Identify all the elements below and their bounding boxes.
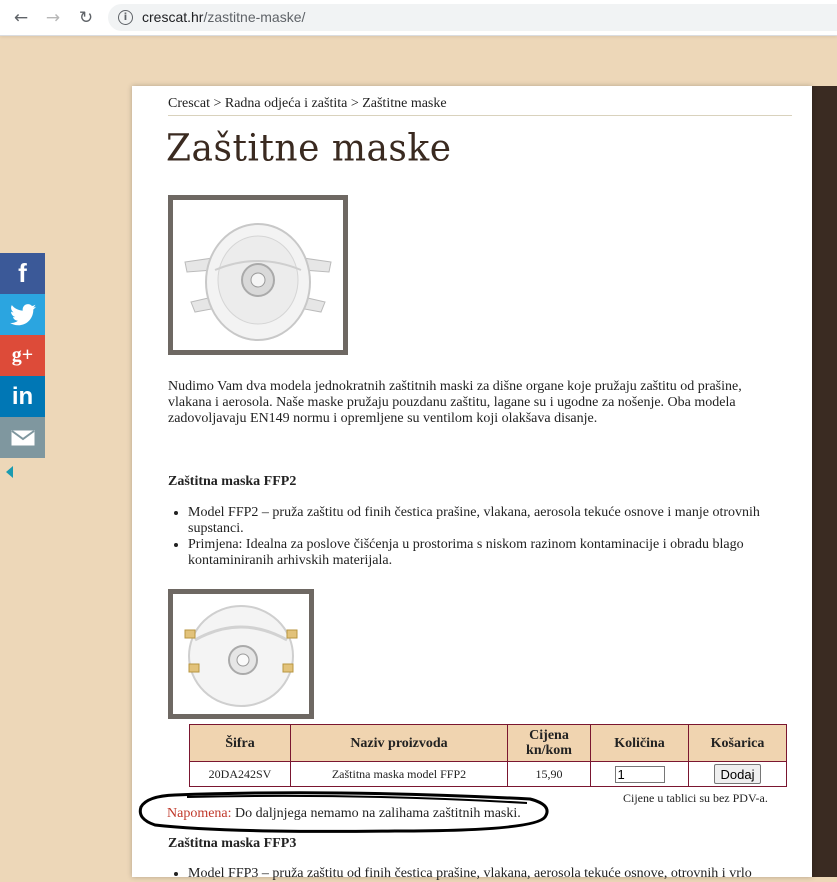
column-header: Količina	[590, 724, 689, 762]
back-arrow-icon[interactable]: ←	[10, 7, 32, 29]
hide-sidebar-arrow-icon[interactable]	[6, 466, 13, 478]
note-text: Do daljnjega nemamo na zalihama zaštitni…	[235, 806, 521, 821]
content-page: Crescat > Radna odjeća i zaštita > Zašti…	[132, 86, 812, 881]
main-mask-image	[168, 195, 348, 355]
social-share-bar: f g+ in	[0, 253, 45, 458]
table-row: 20DA242SV Zaštitna maska model FFP2 15,9…	[189, 761, 787, 787]
ffp3-heading: Zaštitna maska FFP3	[168, 836, 297, 851]
quantity-cell	[590, 761, 689, 787]
column-header: Šifra	[189, 724, 291, 762]
stock-note: Napomena: Do daljnjega nemamo na zaliham…	[167, 806, 521, 822]
quantity-input[interactable]	[614, 765, 665, 783]
facebook-icon: f	[18, 258, 27, 288]
google-plus-share-button[interactable]: g+	[0, 335, 45, 376]
ffp2-bullet-list: Model FFP2 – pruža zaštitu od finih čest…	[168, 505, 768, 569]
page-title: Zaštitne maske	[166, 127, 452, 170]
ffp3-bullet-list: Model FFP3 – pruža zaštitu od finih čest…	[168, 866, 808, 882]
list-item: Model FFP2 – pruža zaštitu od finih čest…	[188, 505, 768, 537]
column-header: Naziv proizvoda	[290, 724, 508, 762]
breadcrumb[interactable]: Crescat > Radna odjeća i zaštita > Zašti…	[168, 96, 447, 112]
list-item: Primjena: Idealna za poslove čišćenja u …	[188, 537, 768, 569]
facebook-share-button[interactable]: f	[0, 253, 45, 294]
twitter-share-button[interactable]	[0, 294, 45, 335]
info-icon[interactable]: i	[118, 10, 133, 25]
product-name: Zaštitna maska model FFP2	[290, 761, 508, 787]
column-header: Košarica	[688, 724, 787, 762]
ffp2-mask-image	[168, 589, 314, 719]
product-price: 15,90	[507, 761, 591, 787]
linkedin-icon: in	[11, 382, 34, 410]
add-to-cart-button[interactable]: Dodaj	[713, 764, 762, 784]
twitter-icon	[9, 303, 36, 325]
url-text: crescat.hr/zastitne-maske/	[142, 9, 306, 25]
cart-cell: Dodaj	[688, 761, 787, 787]
email-share-button[interactable]	[0, 417, 45, 458]
product-code: 20DA242SV	[189, 761, 291, 787]
vat-note: Cijene u tablici su bez PDV-a.	[623, 791, 768, 805]
ffp2-heading: Zaštitna maska FFP2	[168, 474, 297, 489]
column-header: Cijena kn/kom	[507, 724, 591, 762]
reload-icon[interactable]: ↻	[75, 7, 97, 29]
intro-paragraph: Nudimo Vam dva modela jednokratnih zašti…	[168, 379, 742, 426]
email-icon	[10, 429, 35, 445]
product-table: Šifra Naziv proizvoda Cijena kn/kom Količ…	[189, 724, 787, 787]
page-right-border	[812, 86, 837, 877]
linkedin-share-button[interactable]: in	[0, 376, 45, 417]
address-bar[interactable]: i crescat.hr/zastitne-maske/	[108, 4, 837, 31]
note-label: Napomena:	[167, 806, 232, 821]
browser-toolbar: ← → ↻ i crescat.hr/zastitne-maske/	[0, 0, 837, 36]
breadcrumb-divider	[168, 115, 792, 116]
google-plus-icon: g+	[11, 344, 34, 366]
forward-arrow-icon[interactable]: →	[42, 7, 64, 29]
list-item: Model FFP3 – pruža zaštitu od finih čest…	[188, 866, 808, 882]
